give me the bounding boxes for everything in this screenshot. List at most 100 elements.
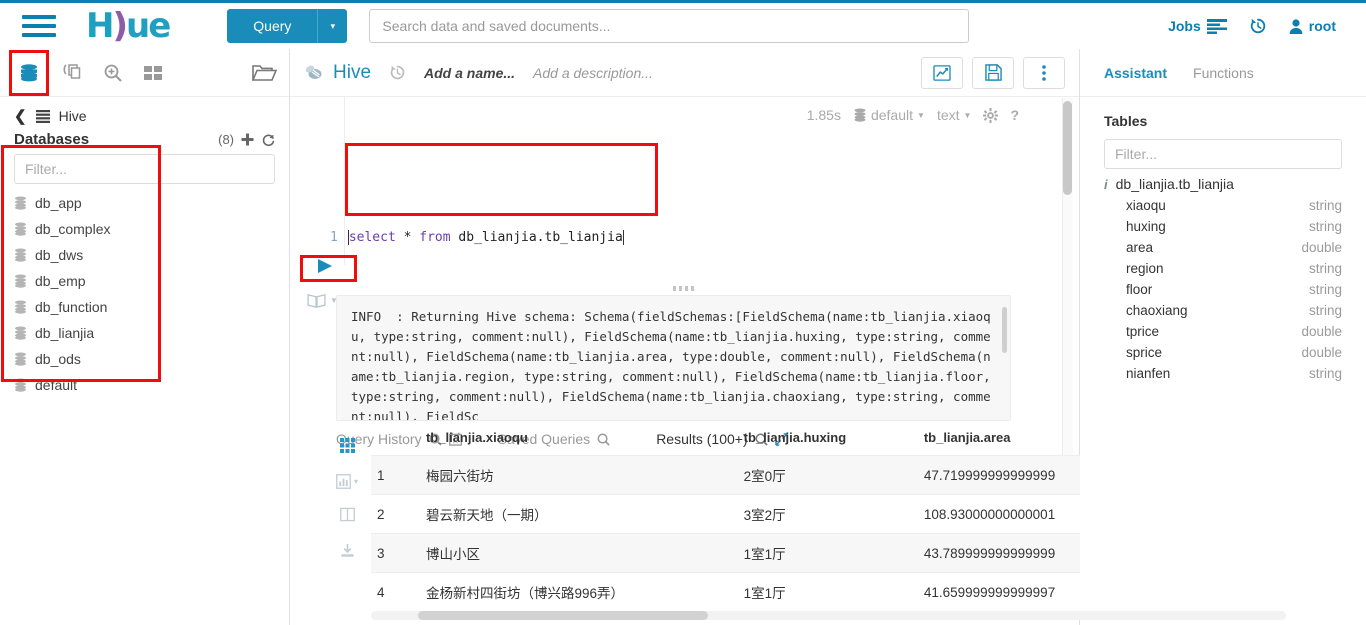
column-name: region	[1126, 261, 1164, 276]
logo-h: H	[86, 6, 115, 46]
column-type: double	[1301, 240, 1342, 255]
column-header-index	[371, 420, 426, 456]
query-description-field[interactable]: Add a description...	[533, 65, 653, 81]
database-list-item[interactable]: db_ods	[14, 346, 289, 372]
search-plus-icon[interactable]	[100, 60, 126, 86]
user-icon	[1289, 18, 1303, 34]
editor-scrollbar-thumb[interactable]	[1063, 101, 1072, 195]
query-button[interactable]: Query	[227, 9, 318, 43]
assistant-table-name: db_lianjia.tb_lianjia	[1115, 176, 1234, 192]
query-name-field[interactable]: Add a name...	[424, 65, 515, 81]
open-folder-icon[interactable]	[251, 60, 277, 86]
database-list-item[interactable]: db_app	[14, 190, 289, 216]
query-dropdown-caret-icon[interactable]: ▾	[317, 9, 348, 43]
column-header-xiaoqu[interactable]: tb_lianjia.xiaoqu	[426, 420, 744, 456]
log-resize-grip[interactable]	[672, 286, 697, 291]
variables-toggle[interactable]: ▼	[307, 293, 338, 308]
download-icon[interactable]	[340, 543, 355, 561]
column-header-huxing[interactable]: tb_lianjia.huxing	[744, 420, 924, 456]
sql-keyword-from: from	[419, 230, 451, 245]
database-list-item[interactable]: db_emp	[14, 268, 289, 294]
jobs-list-icon	[1206, 18, 1227, 34]
databases-label: Databases	[14, 131, 90, 148]
database-selector-label: default	[870, 107, 914, 123]
job-history-button[interactable]	[1249, 17, 1267, 35]
documents-icon[interactable]	[60, 60, 86, 86]
assistant-column-item[interactable]: floor string	[1104, 279, 1342, 300]
database-filter-region	[0, 148, 289, 184]
editor-engine[interactable]: Hive	[304, 62, 371, 84]
grid-view-icon[interactable]	[339, 438, 355, 456]
cell-xiaoqu: 金杨新村四街坊（博兴路996弄）	[425, 572, 744, 611]
hue-application: H)ue Query ▾ Jobs	[0, 0, 1366, 625]
more-options-button[interactable]	[1023, 56, 1065, 89]
database-icon[interactable]	[9, 49, 49, 96]
database-list-item[interactable]: default	[14, 372, 289, 398]
database-list-item[interactable]: db_lianjia	[14, 320, 289, 346]
grid-apps-icon[interactable]	[140, 60, 166, 86]
sidebar-breadcrumb: ❮ Hive	[0, 97, 289, 129]
sidebar-source-label[interactable]: Hive	[59, 108, 87, 124]
column-type: double	[1301, 345, 1342, 360]
cell-huxing: 3室2厅	[743, 494, 924, 534]
column-name: sprice	[1126, 345, 1163, 360]
global-search-input[interactable]	[369, 9, 970, 43]
assistant-filter-input[interactable]	[1104, 139, 1342, 169]
query-button-group: Query ▾	[227, 9, 348, 43]
hamburger-menu-icon[interactable]	[22, 13, 56, 39]
column-name: floor	[1126, 282, 1153, 297]
cell-huxing: 1室1厅	[743, 572, 924, 611]
log-scrollbar-thumb[interactable]	[1002, 307, 1007, 353]
database-small-icon	[14, 378, 27, 392]
database-filter-input[interactable]	[14, 154, 275, 184]
assistant-column-item[interactable]: chaoxiang string	[1104, 300, 1342, 321]
book-variables-icon	[307, 293, 326, 308]
editor-history-icon[interactable]	[389, 64, 406, 81]
results-hscrollbar-thumb[interactable]	[418, 611, 708, 620]
database-list-item[interactable]: db_function	[14, 294, 289, 320]
column-name: chaoxiang	[1126, 303, 1188, 318]
database-name: db_lianjia	[35, 325, 95, 341]
tab-functions[interactable]: Functions	[1193, 65, 1254, 81]
assistant-column-item[interactable]: xiaoqu string	[1104, 195, 1342, 216]
hive-stack-icon	[35, 109, 51, 124]
columns-view-icon[interactable]	[339, 507, 355, 525]
hue-logo[interactable]: H)ue	[86, 6, 171, 46]
database-name: db_app	[35, 195, 82, 211]
annotation-box-sql-editor	[345, 143, 658, 216]
global-search-wrapper	[369, 9, 970, 43]
format-selector[interactable]: text ▼	[937, 107, 972, 123]
back-chevron-icon[interactable]: ❮	[14, 107, 27, 125]
assistant-column-item[interactable]: area double	[1104, 237, 1342, 258]
chevron-down-icon: ▼	[963, 110, 972, 120]
editor-engine-label: Hive	[333, 61, 372, 83]
gear-icon[interactable]	[983, 107, 999, 123]
run-query-button[interactable]	[314, 255, 336, 277]
assistant-column-item[interactable]: huxing string	[1104, 216, 1342, 237]
assistant-column-item[interactable]: region string	[1104, 258, 1342, 279]
hive-bee-icon	[304, 63, 325, 83]
plus-icon[interactable]	[241, 133, 254, 146]
jobs-button[interactable]: Jobs	[1168, 18, 1227, 34]
assistant-table-item[interactable]: i db_lianjia.tb_lianjia	[1104, 169, 1342, 195]
save-button[interactable]	[972, 56, 1014, 89]
chart-view-icon[interactable]: ▾	[336, 474, 358, 489]
database-list-item[interactable]: db_dws	[14, 242, 289, 268]
info-icon[interactable]: i	[1104, 177, 1108, 192]
assistant-column-item[interactable]: nianfen string	[1104, 363, 1342, 384]
chart-button[interactable]	[921, 56, 963, 89]
user-menu-button[interactable]: root	[1289, 18, 1336, 34]
jobs-label: Jobs	[1168, 18, 1201, 34]
database-selector[interactable]: default ▼	[853, 107, 925, 123]
cell-xiaoqu: 碧云新天地（一期）	[425, 494, 744, 534]
help-icon[interactable]: ?	[1010, 107, 1019, 123]
top-navigation-bar: H)ue Query ▾ Jobs	[0, 0, 1366, 49]
refresh-icon[interactable]	[261, 133, 275, 147]
assistant-column-item[interactable]: tprice double	[1104, 321, 1342, 342]
databases-meta: (8)	[218, 132, 275, 147]
database-list-item[interactable]: db_complex	[14, 216, 289, 242]
sql-code-line[interactable]: 1 select * from db_lianjia.tb_lianjia	[330, 230, 624, 245]
database-list: db_app db_complex db_dws db_emp db_funct…	[0, 184, 289, 398]
assistant-column-item[interactable]: sprice double	[1104, 342, 1342, 363]
tab-assistant[interactable]: Assistant	[1104, 65, 1167, 81]
